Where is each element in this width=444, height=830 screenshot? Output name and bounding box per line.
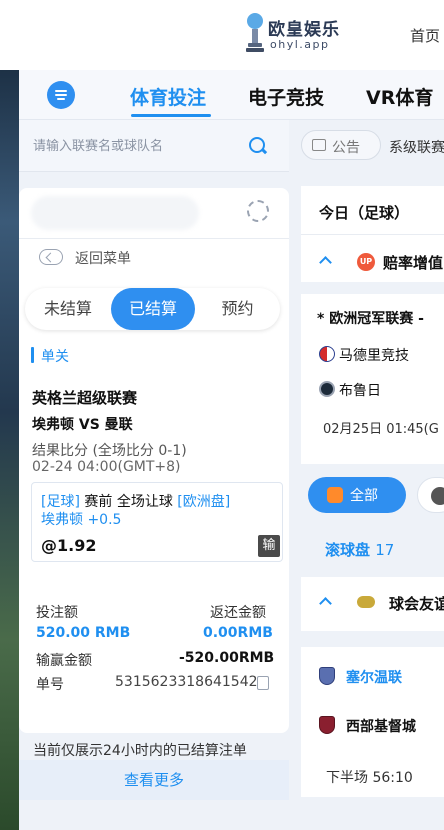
blurred-username	[31, 196, 199, 230]
bet-odds: @1.92	[41, 536, 97, 555]
bet-matchup: 埃弗顿 VS 曼联	[32, 417, 133, 433]
settled-footer-note: 当前仅展示24小时内的已结算注单	[33, 743, 247, 759]
western-crest-icon	[319, 716, 335, 734]
home-link[interactable]: 首页	[410, 25, 440, 46]
brugge-crest-icon	[319, 381, 335, 397]
section-marker	[31, 347, 34, 363]
search-icon[interactable]	[249, 137, 265, 153]
bet-league: 英格兰超级联赛	[32, 389, 138, 407]
stake-value: 520.00 RMB	[36, 625, 131, 641]
market-name: 赛前 全场让球	[84, 494, 173, 510]
announcement-label: 公告	[332, 140, 360, 156]
settlement-tabs: 未结算 已结算 预约	[25, 288, 280, 330]
tab-reserved[interactable]: 预约	[195, 288, 280, 330]
announcement-button[interactable]: 公告	[301, 130, 381, 160]
odds-boost-label[interactable]: 赔率增值	[383, 252, 443, 273]
today-title: 今日（足球）	[319, 204, 410, 222]
friendly-section[interactable]: 球会友谊	[301, 577, 444, 631]
tab-unsettled[interactable]: 未结算	[25, 288, 111, 330]
copy-icon[interactable]	[257, 676, 269, 690]
search-bar	[19, 120, 289, 172]
all-sports-icon	[327, 487, 343, 503]
filter-all-button[interactable]: 全部	[308, 477, 406, 513]
football-icon	[431, 487, 444, 505]
back-to-menu[interactable]: 返回菜单	[19, 240, 289, 276]
filter-football-button[interactable]	[417, 477, 444, 513]
winloss-label: 输赢金额	[36, 653, 92, 669]
bet-time: 02-24 04:00(GMT+8)	[32, 459, 181, 475]
filter-all-label: 全部	[350, 488, 378, 504]
live-count: 17	[375, 541, 395, 559]
brand-domain: ohyl.app	[270, 38, 330, 51]
tab-settled[interactable]: 已结算	[111, 288, 195, 330]
atletico-crest-icon	[319, 346, 335, 362]
announcement-marquee: 系级联赛	[389, 140, 444, 156]
active-tab-indicator	[131, 114, 211, 117]
friendly-league-icon	[357, 596, 375, 608]
odds-type: [欧洲盘]	[177, 494, 231, 510]
stake-label: 投注额	[36, 605, 78, 621]
home-team: 马德里竞技	[339, 348, 409, 364]
bet-result: 结果比分 (全场比分 0-1)	[32, 443, 187, 459]
match-league: * 欧洲冠军联赛 -	[317, 311, 424, 327]
back-arrow-icon	[39, 249, 63, 265]
winloss-value: -520.00RMB	[179, 650, 275, 666]
live-match-card[interactable]: 塞尔温联 西部基督城 下半场 56:10	[301, 647, 444, 797]
speaker-icon	[312, 139, 326, 151]
away-team: 布鲁日	[339, 383, 381, 399]
sport-nav: 体育投注 电子竞技 VR体育	[19, 70, 444, 120]
live-label: 滚球盘	[325, 541, 371, 559]
refresh-icon[interactable]	[247, 200, 269, 222]
live-home-team: 塞尔温联	[346, 670, 402, 686]
top-header: 欧皇娱乐 ohyl.app 首页	[0, 0, 444, 70]
match-card[interactable]: * 欧洲冠军联赛 - 马德里竞技 布鲁日 02月25日 01:45(G	[301, 294, 444, 464]
odds-boost-icon: UP	[357, 253, 375, 271]
menu-icon[interactable]	[47, 81, 75, 109]
friendly-label: 球会友谊	[389, 595, 444, 613]
bet-selection: 埃弗顿 +0.5	[41, 512, 122, 528]
tab-sports-betting[interactable]: 体育投注	[130, 83, 206, 110]
brand-name: 欧皇娱乐	[268, 20, 340, 40]
today-section: 今日（足球） UP 赔率增值	[301, 186, 444, 282]
ticket-value: 5315623318641542	[115, 674, 258, 690]
sport-tag: [足球]	[41, 494, 80, 510]
brand-logo[interactable]: 欧皇娱乐 ohyl.app	[244, 12, 354, 56]
single-bet-label: 单关	[41, 349, 69, 365]
live-betting-header[interactable]: 滚球盘 17	[325, 539, 394, 560]
chevron-up-icon[interactable]	[319, 256, 332, 269]
selwyn-crest-icon	[319, 667, 335, 685]
match-period: 下半场	[326, 770, 368, 786]
divider	[19, 238, 289, 239]
tab-esports[interactable]: 电子竞技	[248, 83, 324, 110]
bet-slip-panel: 返回菜单 未结算 已结算 预约 单关 英格兰超级联赛 埃弗顿 VS 曼联 结果比…	[19, 120, 289, 830]
tab-vr-sports[interactable]: VR体育	[366, 83, 433, 110]
trophy-logo-icon	[246, 13, 264, 52]
return-label: 返还金额	[210, 605, 266, 621]
match-clock: 下半场 56:10	[326, 767, 413, 787]
see-more-button[interactable]: 查看更多	[19, 760, 289, 800]
divider	[301, 234, 444, 235]
kickoff-time: 02月25日 01:45(G	[323, 422, 439, 437]
match-list-panel: 公告 系级联赛 今日（足球） UP 赔率增值 * 欧洲冠军联赛 - 马德里竞技 …	[289, 120, 444, 830]
return-value: 0.00RMB	[203, 625, 273, 641]
bet-market-line: [足球] 赛前 全场让球 [欧洲盘]	[41, 491, 230, 511]
ticket-label: 单号	[36, 677, 64, 693]
search-input[interactable]	[33, 134, 243, 158]
outcome-badge: 输	[258, 535, 280, 557]
stadium-background	[0, 70, 19, 830]
chevron-up-icon[interactable]	[319, 597, 332, 610]
match-time: 56:10	[372, 770, 413, 786]
live-away-team: 西部基督城	[346, 719, 416, 735]
bet-detail-box: [足球] 赛前 全场让球 [欧洲盘] 埃弗顿 +0.5 @1.92 输	[31, 482, 283, 562]
back-label: 返回菜单	[75, 251, 131, 267]
